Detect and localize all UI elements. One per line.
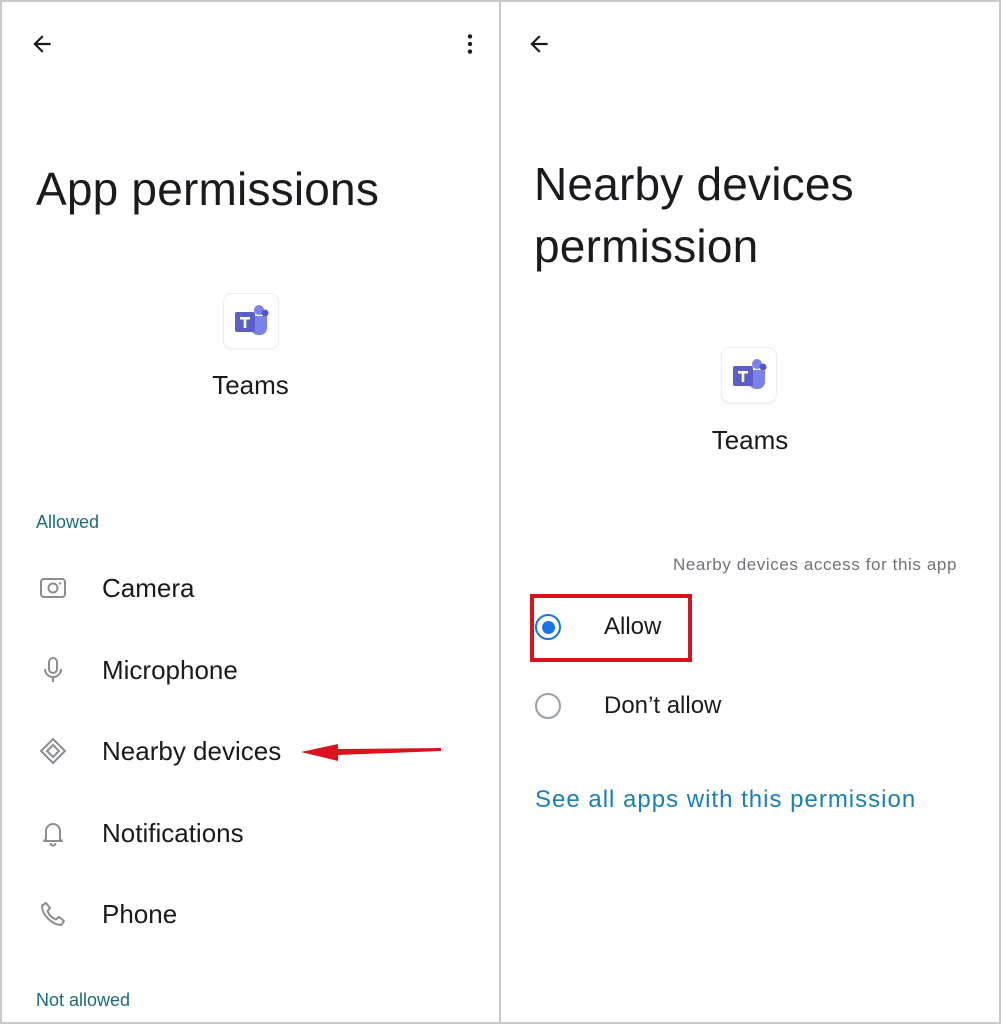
radio-selected-icon (535, 614, 561, 640)
permission-item-phone[interactable]: Phone (2, 883, 497, 945)
radio-option-allow[interactable]: Allow (535, 599, 661, 655)
nearby-devices-icon (38, 736, 68, 766)
annotation-arrow-icon (301, 744, 441, 761)
more-vert-icon (467, 34, 473, 54)
radio-unselected-icon (535, 693, 561, 719)
app-name: Teams (711, 425, 789, 455)
teams-app-icon (722, 348, 776, 402)
app-name: Teams (212, 370, 289, 400)
back-button[interactable] (519, 24, 559, 64)
camera-icon (38, 573, 68, 603)
radio-label: Allow (604, 613, 662, 640)
not-allowed-section-header: Not allowed (36, 990, 131, 1010)
back-arrow-icon (530, 35, 548, 53)
back-button[interactable] (22, 24, 62, 64)
bell-icon (38, 818, 68, 848)
microphone-icon (38, 655, 68, 685)
page-title-line-1: Nearby devices (534, 158, 854, 210)
permission-item-microphone[interactable]: Microphone (2, 639, 497, 701)
access-caption: Nearby devices access for this app (672, 555, 957, 574)
radio-option-dont-allow[interactable]: Don’t allow (535, 678, 721, 734)
permission-label: Nearby devices (102, 735, 282, 766)
page-title: Nearby devices permission (534, 153, 854, 277)
permission-label: Notifications (102, 817, 244, 848)
teams-app-icon (224, 294, 278, 348)
permission-item-camera[interactable]: Camera (2, 557, 497, 619)
back-arrow-icon (33, 35, 51, 53)
see-all-apps-link[interactable]: See all apps with this permission (535, 786, 916, 814)
allowed-section-header: Allowed (36, 512, 100, 532)
nearby-devices-permission-screen: Nearby devices permission Teams Nearby d… (501, 0, 1001, 1024)
page-title: App permissions (36, 163, 380, 215)
more-options-button[interactable] (450, 24, 490, 64)
permission-item-notifications[interactable]: Notifications (2, 802, 497, 864)
phone-icon (38, 899, 68, 929)
page-title-line-2: permission (534, 220, 759, 272)
permission-label: Camera (102, 572, 195, 603)
radio-label: Don’t allow (604, 692, 722, 719)
app-permissions-screen: App permissions Teams Allowed Camera Mic… (0, 0, 501, 1024)
permission-label: Phone (102, 898, 178, 929)
permission-label: Microphone (102, 654, 238, 685)
